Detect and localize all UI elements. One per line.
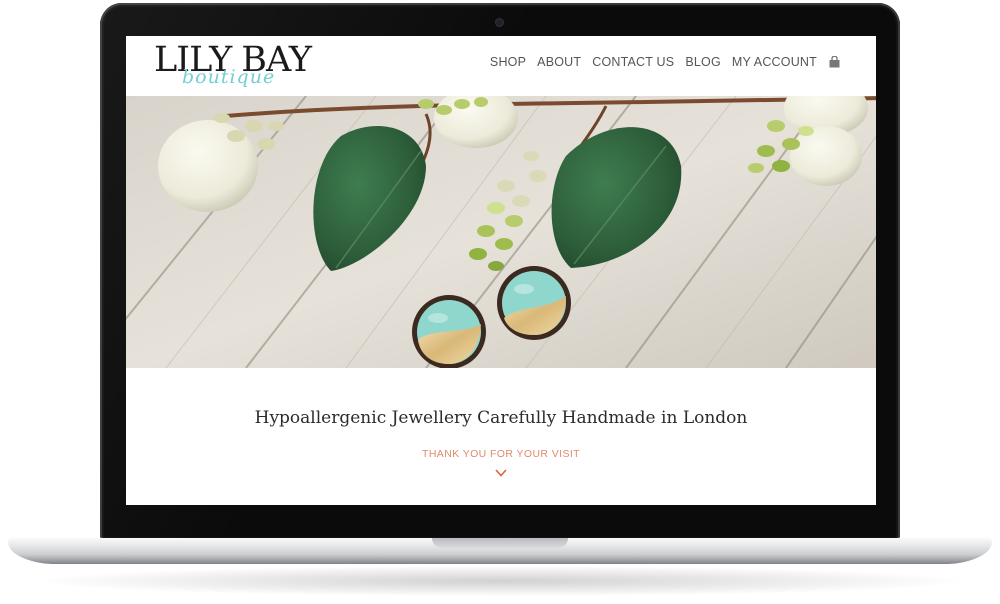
earring-left: [412, 295, 486, 368]
shopping-bag-icon[interactable]: [829, 56, 840, 68]
laptop-notch: [432, 538, 568, 548]
laptop-shadow: [40, 566, 960, 596]
site-logo[interactable]: LILY BAY boutique: [154, 40, 312, 92]
earring-right: [497, 266, 571, 340]
site-header: LILY BAY boutique SHOP ABOUT CONTACT US …: [126, 36, 876, 96]
main-nav: SHOP ABOUT CONTACT US BLOG MY ACCOUNT: [479, 55, 840, 69]
nav-contact-us[interactable]: CONTACT US: [592, 55, 674, 69]
nav-about[interactable]: ABOUT: [537, 55, 581, 69]
nav-blog[interactable]: BLOG: [685, 55, 721, 69]
hero-image: [126, 96, 876, 368]
hero-photo: [126, 96, 876, 368]
thank-you-text: THANK YOU FOR YOUR VISIT: [422, 448, 580, 460]
logo-script: boutique: [182, 66, 276, 88]
nav-my-account[interactable]: MY ACCOUNT: [732, 55, 817, 69]
tagline: Hypoallergenic Jewellery Carefully Handm…: [254, 408, 748, 428]
chevron-down-icon[interactable]: [495, 469, 507, 477]
nav-shop[interactable]: SHOP: [490, 55, 526, 69]
website-screen: LILY BAY boutique SHOP ABOUT CONTACT US …: [126, 36, 876, 505]
webcam: [496, 19, 503, 26]
